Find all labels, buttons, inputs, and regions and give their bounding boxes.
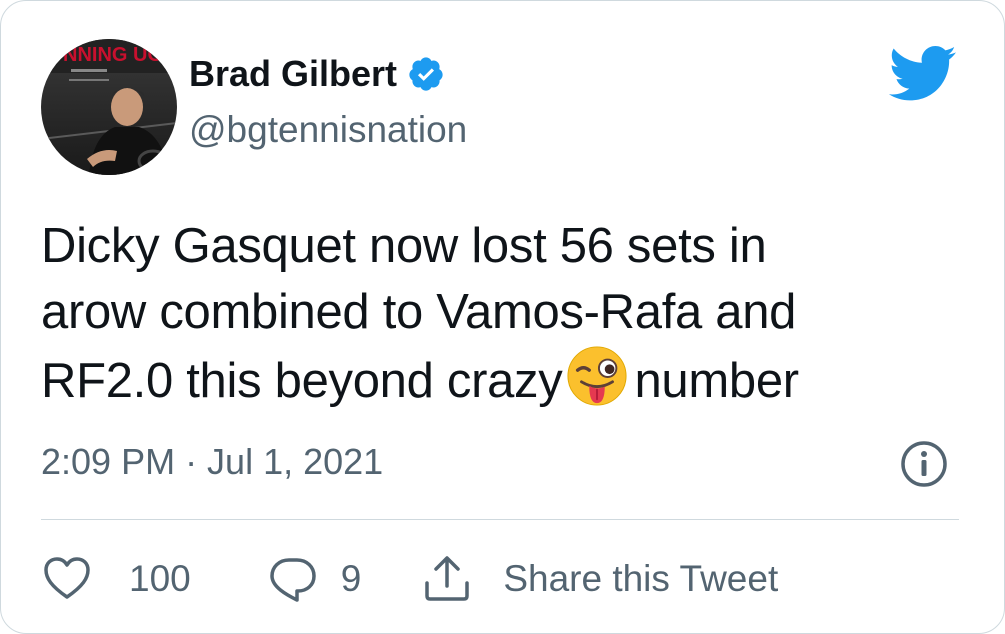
author-handle[interactable]: @bgtennisnation	[189, 109, 467, 151]
tweet-line-2: arow combined to Vamos-Rafa and	[41, 285, 797, 339]
tweet-line-3-end: number	[634, 354, 799, 408]
tweet-card: NNING UG Brad Gilbert @bgtennisnation Di…	[0, 0, 1005, 634]
winking-face-with-tongue-emoji-icon	[567, 346, 628, 406]
speech-bubble-icon	[269, 558, 316, 602]
heart-icon	[44, 557, 90, 599]
tweet-line-3-start: RF2.0 this beyond crazy	[41, 354, 563, 408]
divider	[41, 519, 959, 520]
like-count: 100	[129, 558, 191, 599]
share-button[interactable]: Share this Tweet	[421, 553, 778, 605]
avatar-image: NNING UG	[41, 39, 177, 175]
author-name[interactable]: Brad Gilbert	[189, 53, 445, 95]
tweet-actions: 100 9 Share this Tweet	[41, 553, 778, 605]
tweet-timestamp[interactable]: 2:09 PM · Jul 1, 2021	[41, 441, 383, 483]
tweet-text: Dicky Gasquet now lost 56 sets in arow c…	[41, 213, 971, 414]
twitter-bird-icon[interactable]	[889, 45, 957, 103]
verified-badge-icon	[409, 57, 443, 91]
author-display-name: Brad Gilbert	[189, 53, 398, 94]
tweet-line-1: Dicky Gasquet now lost 56 sets in	[41, 219, 767, 273]
avatar[interactable]: NNING UG	[41, 39, 177, 175]
tweet-line-3: RF2.0 this beyond crazy number	[41, 345, 971, 414]
reply-count: 9	[340, 558, 362, 599]
avatar-banner-text: NNING UG	[63, 44, 163, 66]
like-button[interactable]: 100	[41, 553, 267, 605]
share-icon	[425, 556, 470, 601]
share-label: Share this Tweet	[503, 558, 779, 599]
info-icon[interactable]	[899, 439, 949, 489]
reply-button[interactable]: 9	[267, 553, 422, 605]
